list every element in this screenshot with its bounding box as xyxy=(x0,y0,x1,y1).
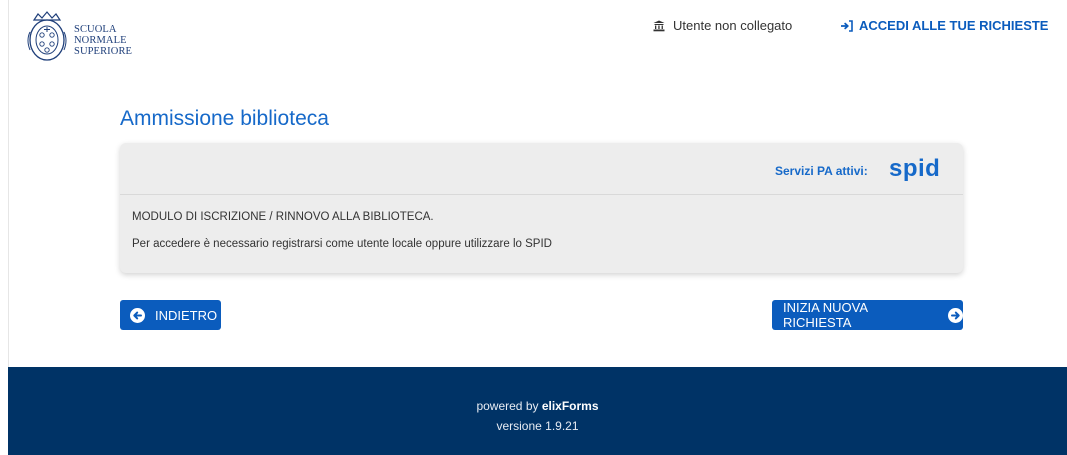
crest-icon xyxy=(27,11,67,61)
logo-line-1: SCUOLA xyxy=(74,24,117,35)
user-status-label: Utente non collegato xyxy=(673,18,793,33)
user-status: Utente non collegato xyxy=(653,18,792,33)
powered-by: powered by elixForms xyxy=(8,399,1067,413)
new-request-label: INIZIA NUOVA RICHIESTA xyxy=(783,300,868,330)
version-label: versione 1.9.21 xyxy=(496,419,579,433)
building-icon xyxy=(653,20,665,31)
powered-by-brand[interactable]: elixForms xyxy=(542,399,599,413)
logo-wordmark: SCUOLA NORMALE SUPERIORE xyxy=(74,24,132,57)
arrow-right-circle-icon xyxy=(948,307,963,323)
new-request-button[interactable]: INIZIA NUOVA RICHIESTA xyxy=(772,300,963,330)
site-header: SCUOLA NORMALE SUPERIORE Utente non coll… xyxy=(8,0,1067,70)
card-header: Servizi PA attivi: spid xyxy=(120,143,963,195)
powered-by-prefix: powered by xyxy=(476,399,542,413)
back-button[interactable]: INDIETRO xyxy=(120,300,221,330)
back-button-label: INDIETRO xyxy=(155,307,218,323)
login-link-label: ACCEDI ALLE TUE RICHIESTE xyxy=(859,18,1049,33)
sign-in-icon xyxy=(841,19,853,32)
site-footer: powered by elixForms versione 1.9.21 xyxy=(8,367,1067,455)
page-title: Ammissione biblioteca xyxy=(120,107,329,130)
spid-logo: spid xyxy=(889,155,941,182)
logo-line-2: NORMALE xyxy=(74,35,127,46)
logo-line-3: SUPERIORE xyxy=(74,46,133,57)
module-title: MODULO DI ISCRIZIONE / RINNOVO ALLA BIBL… xyxy=(132,211,434,223)
access-instructions: Per accedere è necessario registrarsi co… xyxy=(132,238,552,250)
info-card: Servizi PA attivi: spid MODULO DI ISCRIZ… xyxy=(120,143,963,273)
site-logo[interactable]: SCUOLA NORMALE SUPERIORE xyxy=(24,10,132,66)
servizi-pa-label: Servizi PA attivi: xyxy=(775,164,868,178)
login-link[interactable]: ACCEDI ALLE TUE RICHIESTE xyxy=(841,18,1048,33)
arrow-left-circle-icon xyxy=(130,307,145,323)
